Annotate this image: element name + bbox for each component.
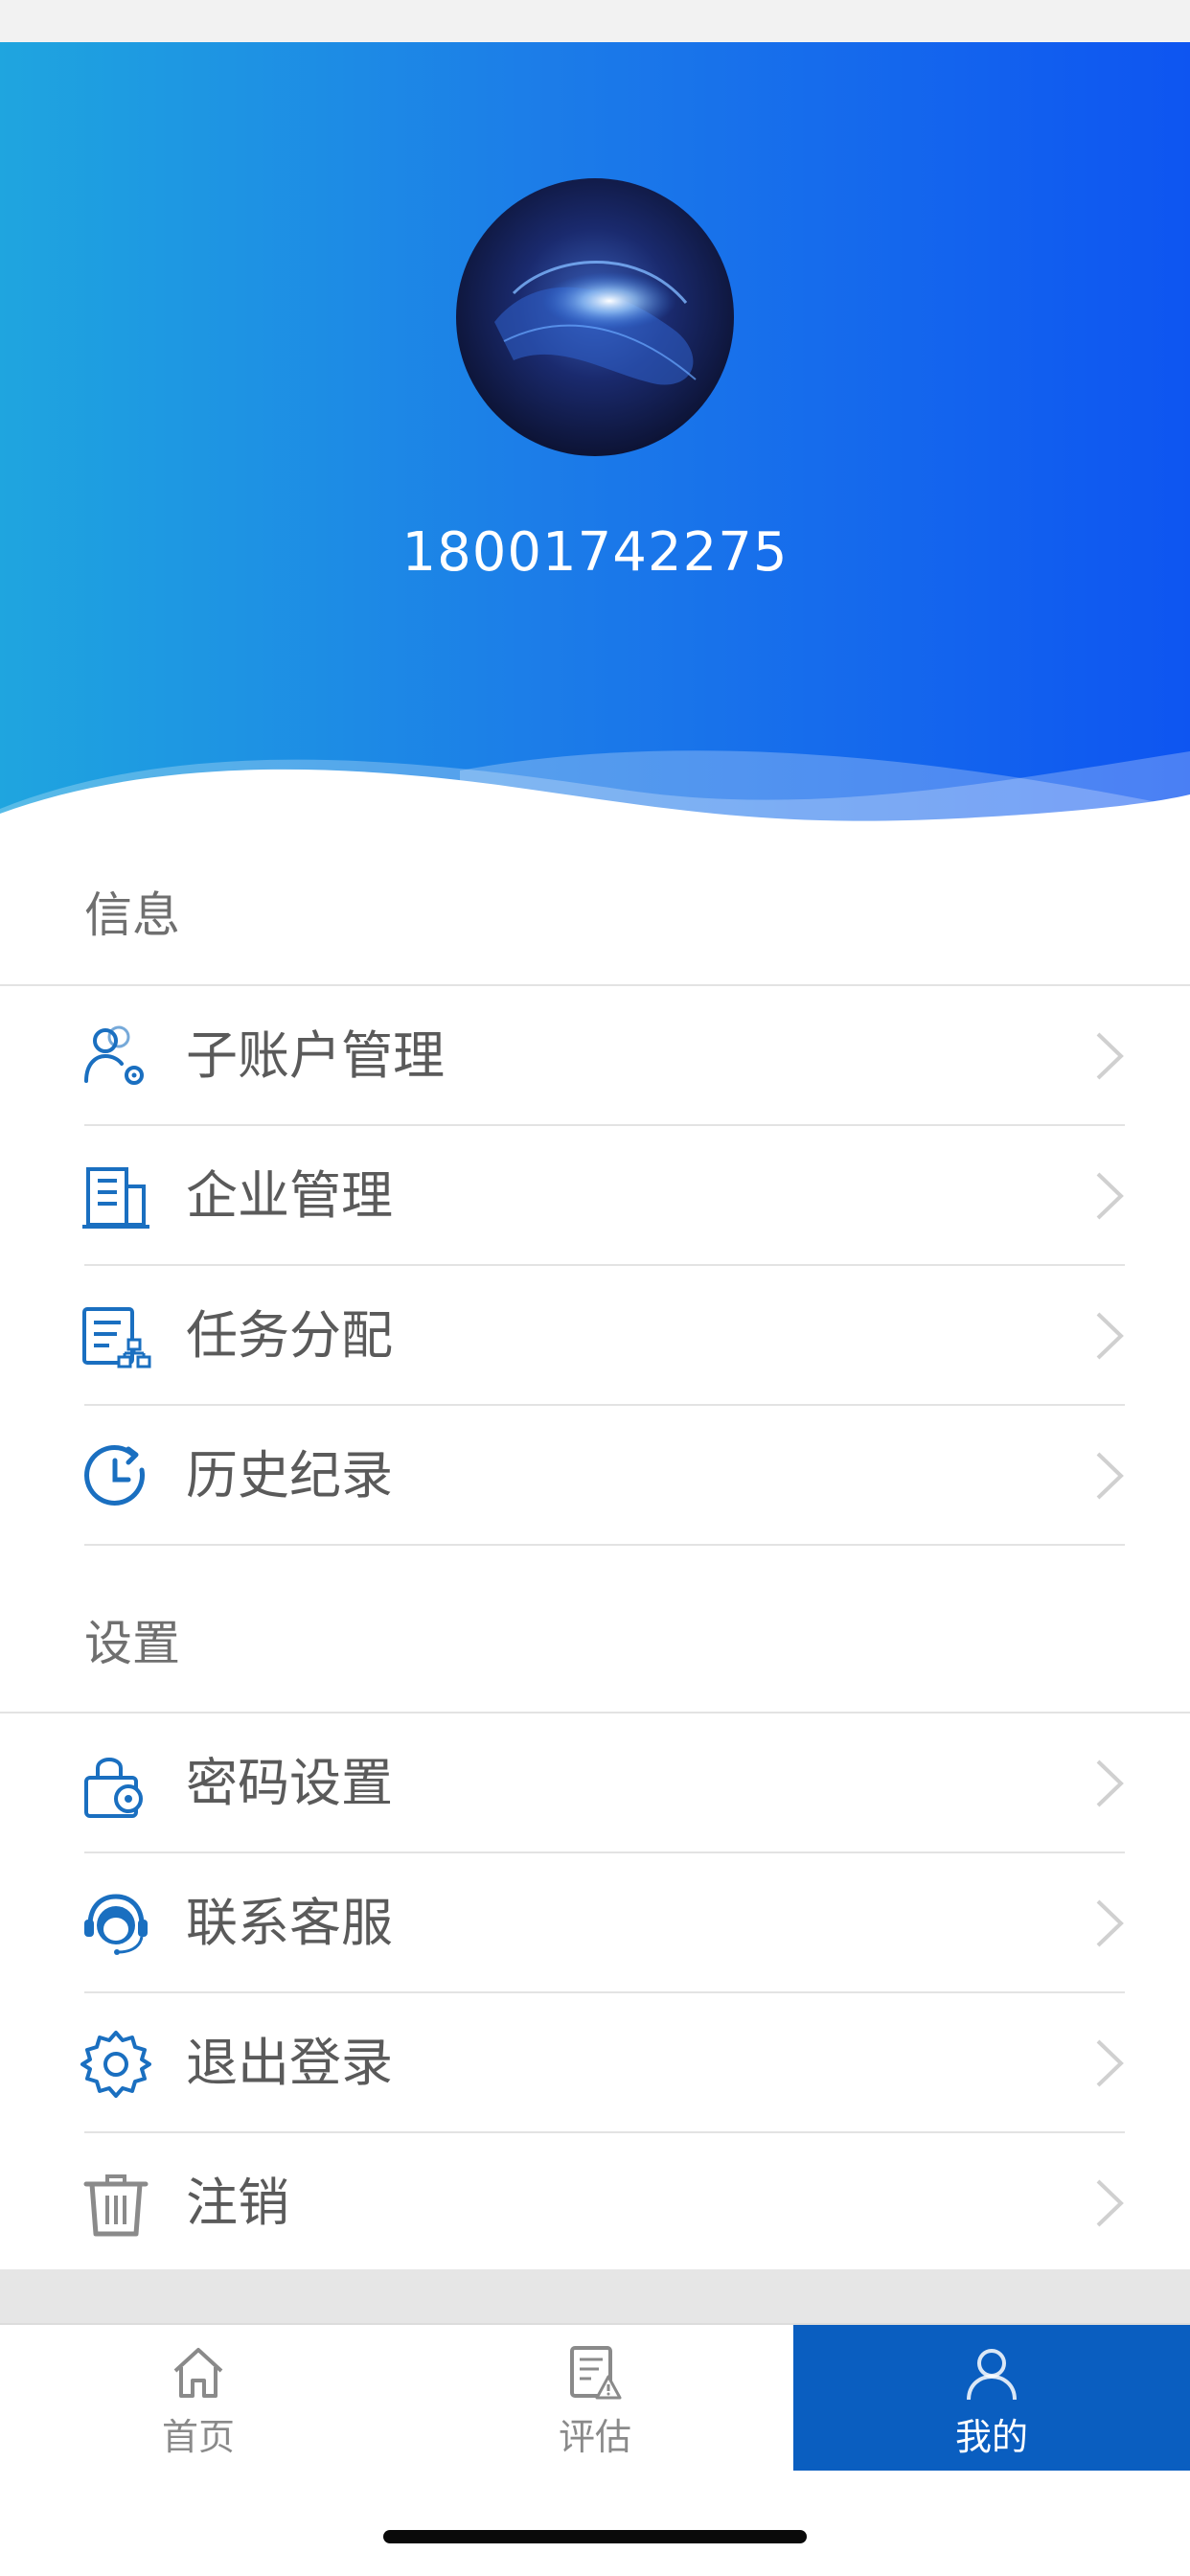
building-icon xyxy=(82,1167,149,1229)
header-wave xyxy=(0,750,1190,838)
bottom-spacer xyxy=(0,2269,1190,2323)
tab-label: 评估 xyxy=(558,2416,631,2458)
chevron-right-icon xyxy=(1096,1312,1124,1360)
section-title-info: 信息 xyxy=(84,887,180,943)
menu-item-label: 联系客服 xyxy=(186,1893,393,1953)
chevron-right-icon xyxy=(1096,1452,1124,1500)
tab-label: 首页 xyxy=(161,2416,235,2458)
menu-item-password[interactable]: 密码设置 xyxy=(0,1714,1190,1853)
tab-assessment[interactable]: 评估 xyxy=(397,2325,793,2471)
user-icon xyxy=(967,2349,1017,2401)
home-icon xyxy=(173,2348,223,2398)
chevron-right-icon xyxy=(1096,2179,1124,2227)
menu-item-deregister[interactable]: 注销 xyxy=(0,2133,1190,2273)
avatar-image xyxy=(456,178,734,456)
menu-item-customer-service[interactable]: 联系客服 xyxy=(0,1853,1190,1993)
tab-label: 我的 xyxy=(954,2416,1028,2458)
menu-item-enterprise[interactable]: 企业管理 xyxy=(0,1126,1190,1266)
avatar[interactable] xyxy=(456,178,734,456)
chevron-right-icon xyxy=(1096,1172,1124,1220)
menu-item-label: 任务分配 xyxy=(186,1305,393,1366)
assessment-icon xyxy=(570,2346,622,2400)
menu-item-logout[interactable]: 退出登录 xyxy=(0,1993,1190,2133)
gear-icon xyxy=(80,2031,151,2098)
home-indicator xyxy=(383,2530,807,2543)
lock-gear-icon xyxy=(84,1758,143,1818)
tab-home[interactable]: 首页 xyxy=(0,2325,397,2471)
history-icon xyxy=(84,1444,146,1506)
chevron-right-icon xyxy=(1096,1760,1124,1807)
headset-icon xyxy=(84,1894,148,1955)
task-assign-icon xyxy=(82,1307,151,1368)
phone-number: 18001742275 xyxy=(401,521,789,584)
menu-item-label: 注销 xyxy=(186,2173,289,2233)
trash-icon xyxy=(83,2174,149,2237)
menu-item-label: 子账户管理 xyxy=(186,1025,445,1086)
tab-bar: 首页 评估 我的 xyxy=(0,2323,1190,2471)
row-divider xyxy=(84,1544,1125,1546)
menu-item-label: 历史纪录 xyxy=(186,1445,393,1506)
menu-item-task-assign[interactable]: 任务分配 xyxy=(0,1266,1190,1406)
chevron-right-icon xyxy=(1096,1899,1124,1947)
profile-header: 18001742275 xyxy=(0,42,1190,838)
menu-item-label: 密码设置 xyxy=(186,1753,393,1813)
section-title-settings: 设置 xyxy=(84,1616,180,1671)
menu-item-label: 企业管理 xyxy=(186,1165,393,1226)
sub-account-icon xyxy=(84,1025,144,1085)
menu-item-sub-account[interactable]: 子账户管理 xyxy=(0,986,1190,1126)
menu-item-label: 退出登录 xyxy=(186,2033,393,2093)
chevron-right-icon xyxy=(1096,2039,1124,2087)
menu-item-history[interactable]: 历史纪录 xyxy=(0,1406,1190,1546)
chevron-right-icon xyxy=(1096,1032,1124,1080)
tab-mine[interactable]: 我的 xyxy=(793,2325,1190,2471)
status-bar xyxy=(0,0,1190,42)
